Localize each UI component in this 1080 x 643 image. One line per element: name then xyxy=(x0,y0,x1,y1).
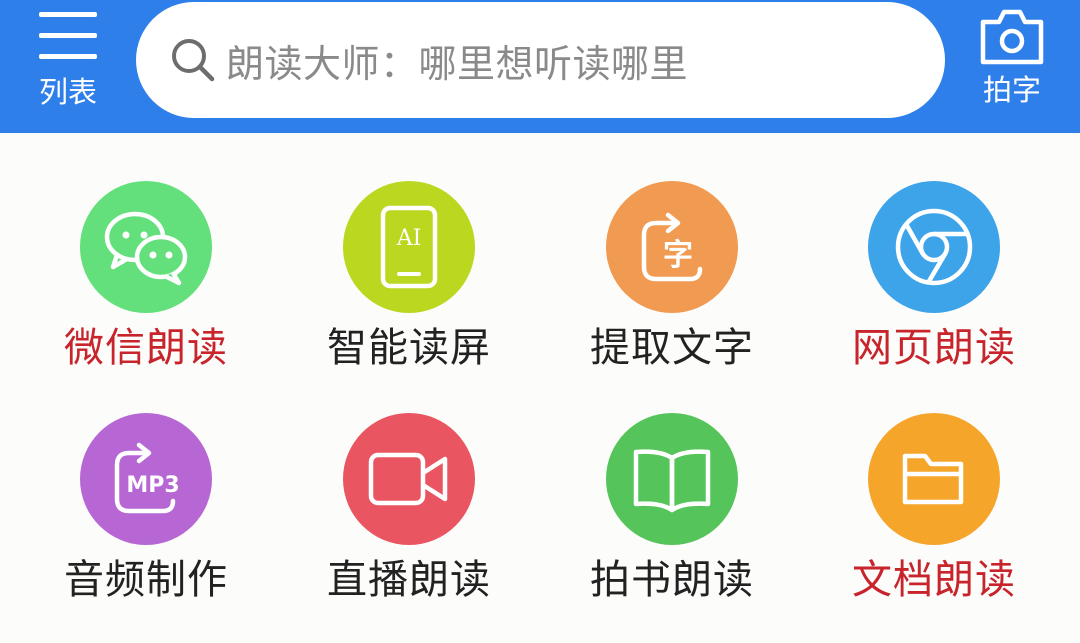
browser-icon xyxy=(895,208,973,286)
top-bar: 列表 朗读大师：哪里想听读哪里 拍字 xyxy=(0,0,1080,133)
feature-label: 音频制作 xyxy=(64,557,228,603)
mp3-icon-text: MP3 xyxy=(126,473,179,498)
feature-extract-text[interactable]: 字 提取文字 xyxy=(562,181,782,381)
feature-document-read[interactable]: 文档朗读 xyxy=(824,413,1044,613)
feature-icon-bg xyxy=(343,413,475,545)
folder-icon xyxy=(902,453,964,505)
feature-webpage-read[interactable]: 网页朗读 xyxy=(824,181,1044,381)
feature-photo-book-read[interactable]: 拍书朗读 xyxy=(562,413,782,613)
search-bar[interactable]: 朗读大师：哪里想听读哪里 xyxy=(136,2,945,118)
feature-label: 微信朗读 xyxy=(64,325,228,371)
extract-text-icon-text: 字 xyxy=(663,238,693,273)
feature-icon-bg xyxy=(868,181,1000,313)
hamburger-icon xyxy=(39,12,97,59)
feature-icon-bg xyxy=(868,413,1000,545)
feature-live-read[interactable]: 直播朗读 xyxy=(299,413,519,613)
feature-wechat-read[interactable]: 微信朗读 xyxy=(36,181,256,381)
camera-label: 拍字 xyxy=(982,73,1041,107)
feature-icon-bg: 字 xyxy=(606,181,738,313)
camera-button[interactable]: 拍字 xyxy=(968,4,1056,120)
feature-label: 网页朗读 xyxy=(852,325,1016,371)
extract-text-icon: 字 xyxy=(641,212,703,282)
feature-label: 文档朗读 xyxy=(852,557,1016,603)
feature-label: 拍书朗读 xyxy=(590,557,754,603)
feature-label: 智能读屏 xyxy=(327,325,491,371)
feature-icon-bg xyxy=(606,413,738,545)
menu-label: 列表 xyxy=(38,75,97,109)
mp3-icon: MP3 xyxy=(114,442,180,514)
ai-phone-icon: AI xyxy=(380,205,438,289)
feature-label: 直播朗读 xyxy=(327,557,491,603)
ai-phone-icon-text: AI xyxy=(396,226,422,251)
wechat-icon xyxy=(104,211,188,286)
feature-smart-screen-read[interactable]: AI 智能读屏 xyxy=(299,181,519,381)
video-camera-icon xyxy=(368,452,448,506)
feature-grid: 微信朗读 AI 智能读屏 字 提取文字 网页朗读 MP3 音频制作 直播朗读 拍… xyxy=(0,133,1080,643)
feature-icon-bg: MP3 xyxy=(80,413,212,545)
feature-audio-production[interactable]: MP3 音频制作 xyxy=(36,413,256,613)
menu-button[interactable]: 列表 xyxy=(26,8,110,120)
feature-label: 提取文字 xyxy=(590,325,754,371)
search-icon xyxy=(172,39,215,82)
feature-icon-bg: AI xyxy=(343,181,475,313)
book-icon xyxy=(633,449,711,513)
feature-icon-bg xyxy=(80,181,212,313)
camera-icon xyxy=(980,9,1044,65)
search-placeholder: 朗读大师：哪里想听读哪里 xyxy=(226,41,689,86)
